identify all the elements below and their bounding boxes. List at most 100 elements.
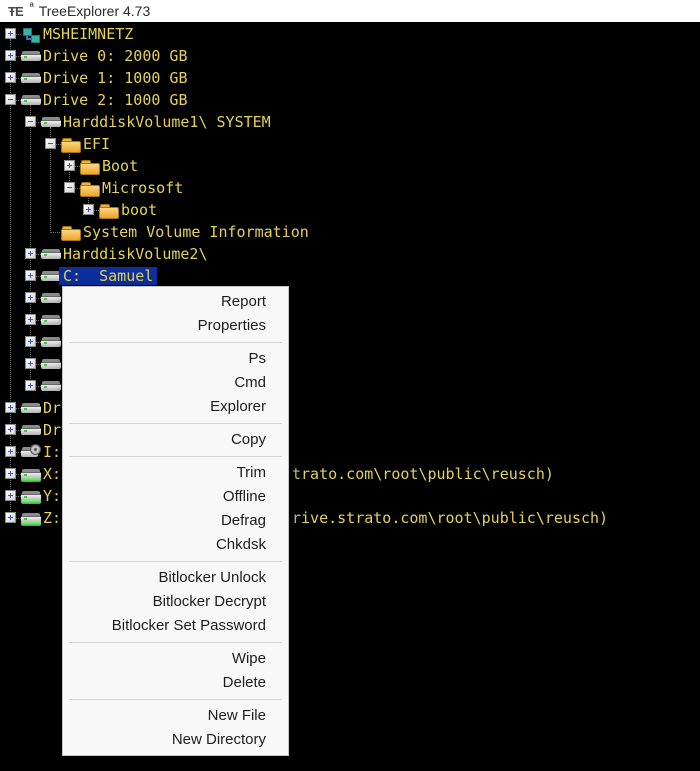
context-menu-item[interactable]: Bitlocker Decrypt bbox=[63, 590, 288, 614]
menu-separator bbox=[69, 456, 282, 457]
tree-row[interactable]: Microsoft bbox=[0, 177, 700, 199]
network-drive-icon bbox=[21, 466, 41, 482]
folder-icon bbox=[61, 136, 81, 152]
window-title: TreeExplorer 4.73 bbox=[39, 3, 151, 19]
context-menu-item[interactable]: Bitlocker Unlock bbox=[63, 566, 288, 590]
expand-toggle[interactable] bbox=[5, 28, 16, 39]
context-menu: ReportProperties PsCmdExplorer Copy TrimOff… bbox=[62, 286, 289, 756]
context-menu-item[interactable]: New Directory bbox=[63, 728, 288, 752]
expand-toggle[interactable] bbox=[5, 424, 16, 435]
harddrive-icon bbox=[41, 246, 61, 262]
tree-row-label: Dr bbox=[43, 422, 61, 438]
expand-toggle[interactable] bbox=[25, 336, 36, 347]
collapse-toggle[interactable] bbox=[25, 116, 36, 127]
context-menu-item[interactable]: Wipe bbox=[63, 647, 288, 671]
expand-toggle[interactable] bbox=[25, 270, 36, 281]
context-menu-item[interactable]: Trim bbox=[63, 461, 288, 485]
tree-row-label: I: bbox=[43, 444, 61, 460]
app-logo-icon: ŦE bbox=[8, 4, 23, 19]
harddrive-icon bbox=[21, 70, 41, 86]
expand-toggle[interactable] bbox=[5, 50, 16, 61]
tree-row-label: Dr bbox=[43, 400, 61, 416]
menu-separator bbox=[69, 699, 282, 700]
menu-separator bbox=[69, 423, 282, 424]
tree-row[interactable]: Drive 1: 1000 GB bbox=[0, 67, 700, 89]
menu-separator bbox=[69, 561, 282, 562]
expand-toggle[interactable] bbox=[5, 490, 16, 501]
tree-row[interactable]: boot bbox=[0, 199, 700, 221]
folder-icon bbox=[80, 158, 100, 174]
network-icon bbox=[21, 26, 41, 42]
collapse-toggle[interactable] bbox=[5, 94, 16, 105]
context-menu-item[interactable]: Copy bbox=[63, 428, 288, 452]
collapse-toggle[interactable] bbox=[45, 138, 56, 149]
tree-row[interactable]: Drive 0: 2000 GB bbox=[0, 45, 700, 67]
harddrive-icon bbox=[21, 92, 41, 108]
harddrive-icon bbox=[21, 422, 41, 438]
folder-icon bbox=[61, 224, 81, 240]
tree-row[interactable]: Boot bbox=[0, 155, 700, 177]
tree-row-overflow-text: trato.com\root\public\reusch) bbox=[292, 466, 554, 482]
context-menu-item[interactable]: Delete bbox=[63, 671, 288, 695]
tree-row[interactable]: HarddiskVolume2\ bbox=[0, 243, 700, 265]
context-menu-item[interactable]: Bitlocker Set Password bbox=[63, 614, 288, 638]
tree-row[interactable]: EFI bbox=[0, 133, 700, 155]
expand-toggle[interactable] bbox=[25, 358, 36, 369]
menu-separator bbox=[69, 342, 282, 343]
expand-toggle[interactable] bbox=[5, 468, 16, 479]
folder-icon bbox=[99, 202, 119, 218]
tree-row-label: System Volume Information bbox=[83, 224, 309, 240]
tree-row-label: HarddiskVolume2\ bbox=[63, 246, 208, 262]
folder-icon bbox=[80, 180, 100, 196]
expand-toggle[interactable] bbox=[5, 512, 16, 523]
context-menu-item[interactable]: Cmd bbox=[63, 371, 288, 395]
expand-toggle[interactable] bbox=[5, 446, 16, 457]
tree-row-label: Drive 2: 1000 GB bbox=[43, 92, 188, 108]
tree-row[interactable]: System Volume Information bbox=[0, 221, 700, 243]
tree-row-label: Drive 0: 2000 GB bbox=[43, 48, 188, 64]
tree-row-label: Boot bbox=[102, 158, 138, 174]
tree-row-label: MSHEIMNETZ bbox=[43, 26, 133, 42]
collapse-toggle[interactable] bbox=[64, 182, 75, 193]
expand-toggle[interactable] bbox=[25, 314, 36, 325]
app-logo-superscript: ª bbox=[30, 0, 34, 14]
harddrive-icon bbox=[41, 356, 61, 372]
app-window: ŦE ª TreeExplorer 4.73 MSHEIMNETZ Drive 0… bbox=[0, 0, 700, 771]
context-menu-item[interactable]: Properties bbox=[63, 314, 288, 338]
tree-row[interactable]: Drive 2: 1000 GB bbox=[0, 89, 700, 111]
tree-row-label-selected: C: Samuel bbox=[59, 267, 157, 285]
context-menu-item[interactable]: Explorer bbox=[63, 395, 288, 419]
context-menu-item[interactable]: Offline bbox=[63, 485, 288, 509]
harddrive-icon bbox=[41, 378, 61, 394]
menu-separator bbox=[69, 642, 282, 643]
tree-row-label: Drive 1: 1000 GB bbox=[43, 70, 188, 86]
context-menu-item[interactable]: Report bbox=[63, 290, 288, 314]
expand-toggle[interactable] bbox=[25, 380, 36, 391]
harddrive-icon bbox=[41, 334, 61, 350]
context-menu-item[interactable]: Defrag bbox=[63, 509, 288, 533]
tree-row-label: EFI bbox=[83, 136, 110, 152]
network-drive-icon bbox=[21, 510, 41, 526]
tree-row-label: boot bbox=[121, 202, 157, 218]
tree-row[interactable]: C: Samuel bbox=[0, 265, 700, 287]
expand-toggle[interactable] bbox=[5, 72, 16, 83]
tree-row[interactable]: HarddiskVolume1\ SYSTEM bbox=[0, 111, 700, 133]
expand-toggle[interactable] bbox=[25, 292, 36, 303]
expand-toggle[interactable] bbox=[64, 160, 75, 171]
tree-row-label: HarddiskVolume1\ SYSTEM bbox=[63, 114, 271, 130]
expand-toggle[interactable] bbox=[83, 204, 94, 215]
harddrive-icon bbox=[41, 290, 61, 306]
context-menu-item[interactable]: New File bbox=[63, 704, 288, 728]
harddrive-icon bbox=[21, 400, 41, 416]
context-menu-item[interactable]: Ps bbox=[63, 347, 288, 371]
removable-drive-icon bbox=[21, 444, 41, 460]
harddrive-icon bbox=[21, 48, 41, 64]
expand-toggle[interactable] bbox=[5, 402, 16, 413]
tree-row[interactable]: MSHEIMNETZ bbox=[0, 23, 700, 45]
tree-row-label: Microsoft bbox=[102, 180, 183, 196]
context-menu-item[interactable]: Chkdsk bbox=[63, 533, 288, 557]
expand-toggle[interactable] bbox=[25, 248, 36, 259]
network-drive-icon bbox=[21, 488, 41, 504]
tree-row-label: X: bbox=[43, 466, 61, 482]
tree-row-label: Z: bbox=[43, 510, 61, 526]
